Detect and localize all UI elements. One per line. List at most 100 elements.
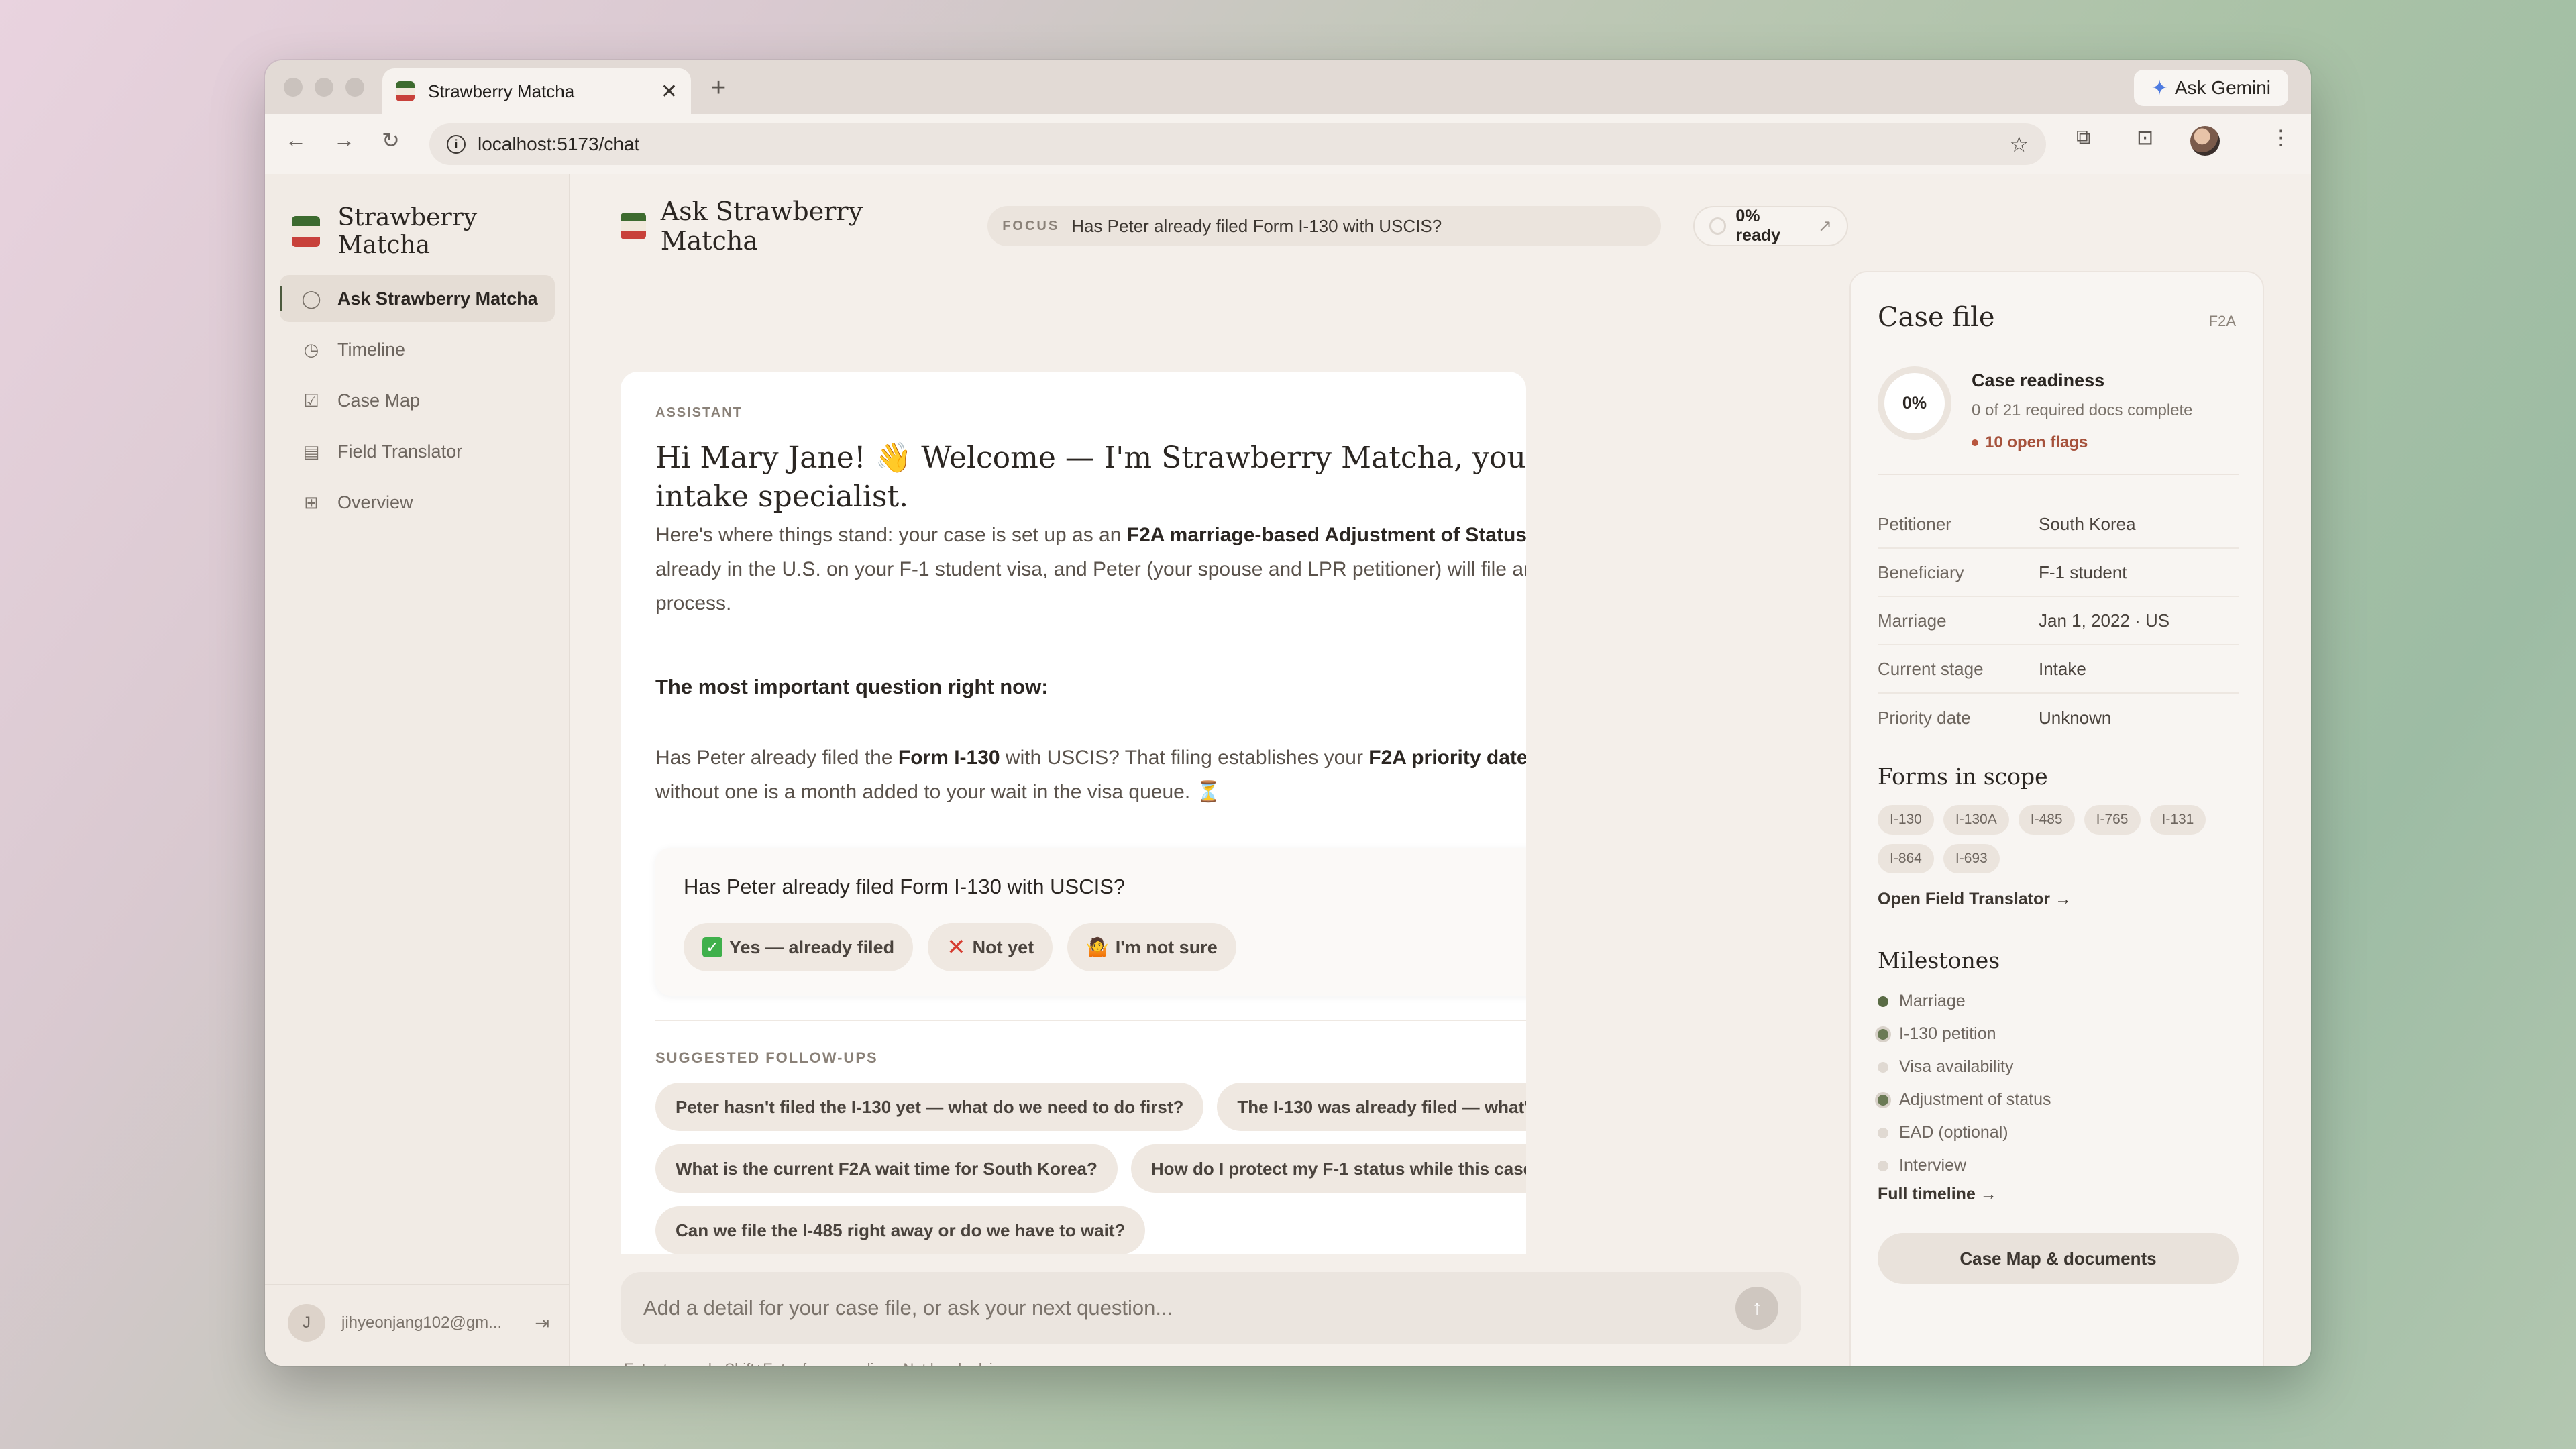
gemini-spark-icon: ✦ (2151, 76, 2168, 99)
tab-search-icon[interactable]: ⊡ (2137, 126, 2153, 150)
open-flags-label: 10 open flags (1985, 433, 2088, 451)
milestone-dot-icon (1878, 1127, 1888, 1138)
sidebar-item-ask[interactable]: ◯ Ask Strawberry Matcha (280, 275, 555, 322)
forward-arrow-icon[interactable]: → (333, 127, 355, 152)
checkbox-icon: ☑ (303, 390, 319, 411)
composer-hint: Enter to send · Shift+Enter for a new li… (624, 1360, 1008, 1366)
milestone-label: Adjustment of status (1899, 1090, 2051, 1109)
sidebar-item-timeline[interactable]: ◷ Timeline (280, 326, 555, 373)
brand[interactable]: Strawberry Matcha (292, 204, 569, 259)
brand-flag-icon (292, 216, 321, 247)
open-field-translator-link[interactable]: Open Field Translator → (1878, 890, 2072, 909)
milestone-item: Visa availability (1878, 1051, 2051, 1083)
answer-label: I'm not sure (1115, 936, 1218, 957)
form-chip[interactable]: I-130A (1943, 805, 2009, 835)
window-close-button[interactable] (284, 78, 303, 97)
reload-icon[interactable]: ↻ (382, 127, 400, 153)
intro-bold: F2A marriage-based Adjustment of Status (1126, 524, 1526, 546)
close-tab-icon[interactable]: ✕ (661, 80, 678, 103)
milestone-dot-icon (1878, 1094, 1888, 1106)
important-heading: The most important question right now: (655, 675, 1049, 698)
milestone-item: I-130 petition (1878, 1018, 2051, 1051)
form-chip[interactable]: I-485 (2018, 805, 2075, 835)
message-composer[interactable]: Add a detail for your case file, or ask … (621, 1272, 1801, 1344)
extensions-icon[interactable]: ⧉ (2076, 126, 2090, 149)
readiness-title: Case readiness (1972, 370, 2105, 390)
arrow-up-icon: ↑ (1752, 1297, 1762, 1319)
menu-kebab-icon[interactable]: ⋮ (2271, 126, 2291, 150)
suggestion-chip[interactable]: Peter hasn't filed the I-130 yet — what … (655, 1083, 1204, 1131)
forms-list: I-130 I-130A I-485 I-765 I-131 I-864 I-6… (1878, 805, 2240, 873)
chat-title: Ask Strawberry Matcha (660, 197, 863, 256)
full-timeline-link[interactable]: Full timeline → (1878, 1185, 1997, 1204)
sidebar-item-label: Timeline (337, 339, 406, 360)
detail-row-marriage: Marriage Jan 1, 2022 · US (1878, 597, 2239, 645)
case-type-tag: F2A (2208, 313, 2236, 329)
suggestion-chip[interactable]: What is the current F2A wait time for So… (655, 1144, 1118, 1193)
profile-avatar[interactable] (2190, 126, 2220, 156)
question-card: Has Peter already filed Form I-130 with … (655, 848, 1526, 996)
answer-yes-button[interactable]: ✓ Yes — already filed (684, 923, 914, 971)
q-bold-date: F2A priority date (1368, 747, 1526, 769)
sidebar-item-overview[interactable]: ⊞ Overview (280, 479, 555, 526)
form-chip[interactable]: I-130 (1878, 805, 1934, 835)
focus-label: FOCUS (1002, 218, 1060, 233)
answer-buttons: ✓ Yes — already filed ✕ Not yet 🤷 I'm no… (684, 923, 1236, 971)
detail-key: Beneficiary (1878, 561, 1964, 582)
logout-icon[interactable]: ⇥ (535, 1313, 549, 1334)
detail-value: South Korea (2039, 513, 2136, 534)
milestone-dot-icon (1878, 1160, 1888, 1171)
sidebar-item-field-translator[interactable]: ▤ Field Translator (280, 428, 555, 475)
readiness-label: 0% ready (1735, 207, 1781, 245)
brand-name: Strawberry Matcha (337, 204, 478, 259)
suggestion-chip[interactable]: How do I protect my F-1 status while thi… (1130, 1144, 1526, 1193)
shrug-icon: 🤷 (1086, 937, 1109, 957)
user-avatar[interactable]: J (288, 1304, 325, 1342)
detail-key: Marriage (1878, 610, 1947, 631)
chat-header: Ask Strawberry Matcha FOCUS Has Peter al… (621, 197, 1848, 256)
sidebar-item-label: Field Translator (337, 441, 463, 462)
address-bar[interactable]: i localhost:5173/chat ☆ (429, 123, 2046, 165)
window-minimize-button[interactable] (315, 78, 333, 97)
case-map-documents-button[interactable]: Case Map & documents (1878, 1233, 2239, 1284)
ask-gemini-button[interactable]: ✦ Ask Gemini (2133, 70, 2288, 106)
suggestion-chip[interactable]: Can we file the I-485 right away or do w… (655, 1206, 1146, 1254)
form-chip[interactable]: I-765 (2084, 805, 2141, 835)
readiness-pill[interactable]: 0% ready ↗ (1693, 206, 1848, 246)
chat-flag-icon (621, 213, 646, 239)
q-text: with USCIS? That filing establishes your (1000, 747, 1369, 769)
grid-icon: ⊞ (304, 492, 319, 513)
form-chip[interactable]: I-693 (1943, 844, 2000, 873)
user-email: jihyeonjang102@gm... (341, 1313, 502, 1332)
bookmark-star-icon[interactable]: ☆ (2009, 131, 2029, 157)
milestone-label: Visa availability (1899, 1057, 2014, 1076)
answer-unsure-button[interactable]: 🤷 I'm not sure (1067, 923, 1236, 971)
site-info-icon[interactable]: i (447, 135, 466, 154)
sidebar-divider (265, 1284, 569, 1285)
milestone-item: EAD (optional) (1878, 1116, 2051, 1149)
chat-message-card: ASSISTANT Hi Mary Jane! 👋 Welcome — I'm … (621, 372, 1526, 1254)
sidebar-item-label: Overview (337, 492, 413, 513)
window-zoom-button[interactable] (345, 78, 364, 97)
form-chip[interactable]: I-864 (1878, 844, 1934, 873)
app-root: Strawberry Matcha ◯ Ask Strawberry Match… (265, 174, 2311, 1366)
intro-paragraph: Here's where things stand: your case is … (655, 518, 1526, 621)
tab-strip: Strawberry Matcha ✕ + ✦ Ask Gemini (265, 60, 2311, 114)
sidebar-item-case-map[interactable]: ☑ Case Map (280, 377, 555, 424)
url-text: localhost:5173/chat (478, 133, 640, 154)
focus-pill[interactable]: FOCUS Has Peter already filed Form I-130… (987, 206, 1661, 246)
composer-input[interactable]: Add a detail for your case file, or ask … (643, 1296, 1735, 1320)
detail-key: Priority date (1878, 707, 1971, 728)
open-flags[interactable]: 10 open flags (1972, 433, 2088, 452)
send-button[interactable]: ↑ (1735, 1287, 1778, 1330)
back-arrow-icon[interactable]: ← (285, 127, 307, 152)
browser-tab[interactable]: Strawberry Matcha ✕ (382, 68, 691, 114)
form-chip[interactable]: I-131 (2149, 805, 2206, 835)
favicon-flag-icon (396, 81, 415, 101)
new-tab-icon[interactable]: + (711, 74, 726, 103)
milestone-item: Interview (1878, 1149, 2051, 1182)
answer-no-button[interactable]: ✕ Not yet (928, 923, 1053, 971)
milestone-item: Marriage (1878, 985, 2051, 1018)
detail-value: F-1 student (2039, 561, 2127, 582)
suggestion-chip[interactable]: The I-130 was already filed — what's nex… (1217, 1083, 1526, 1131)
